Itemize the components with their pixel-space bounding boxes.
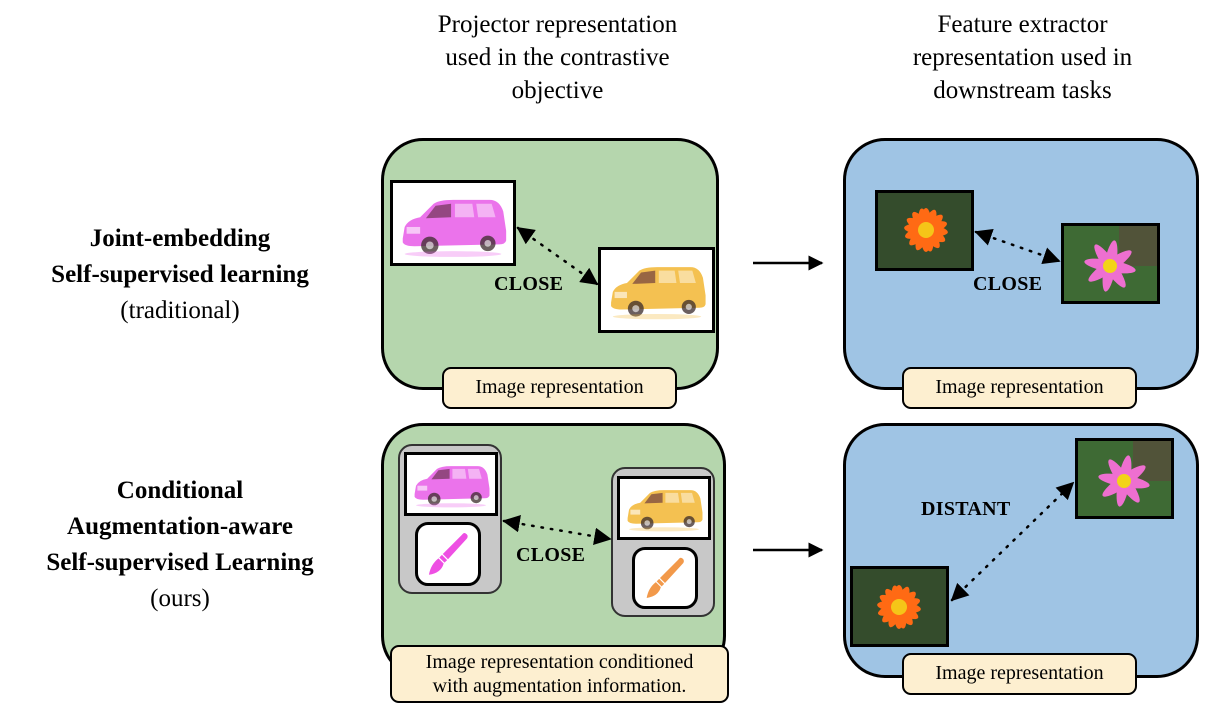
row-subtitle: (traditional)	[120, 297, 240, 324]
pink-flower-icon	[1078, 441, 1171, 516]
relation-label: CLOSE	[973, 273, 1043, 295]
feature-extractor-column-title: Feature extractor representation used in…	[840, 8, 1205, 107]
traditional-row-label: Joint-embedding Self-supervised learning…	[0, 221, 360, 329]
row-title-line: Augmentation-aware	[67, 513, 293, 540]
row-subtitle: (ours)	[150, 585, 210, 612]
caption-line: Image representation conditioned	[425, 651, 694, 673]
row-title-line: Self-supervised Learning	[46, 549, 314, 576]
projector-title-line: objective	[511, 77, 604, 104]
image-minivan-yellow	[617, 476, 711, 540]
image-minivan-pink	[390, 180, 516, 266]
caption-image-representation: Image representation	[902, 653, 1137, 695]
relation-label: CLOSE	[516, 544, 586, 566]
augmentation-brush-box-orange	[632, 547, 698, 609]
relation-label: DISTANT	[921, 498, 1011, 520]
image-pink-flower	[1061, 223, 1160, 304]
projector-title-line: used in the contrastive	[445, 44, 670, 71]
relation-label: CLOSE	[494, 273, 564, 295]
ours-row-label: Conditional Augmentation-aware Self-supe…	[0, 473, 360, 617]
image-pink-flower	[1075, 438, 1174, 519]
row-title-line: Conditional	[116, 477, 244, 504]
image-minivan-yellow	[598, 247, 715, 333]
caption-image-representation: Image representation	[902, 367, 1137, 409]
orange-flower-icon	[853, 569, 946, 644]
projector-column-title: Projector representation used in the con…	[380, 8, 735, 107]
pink-flower-icon	[1064, 226, 1157, 301]
caption-image-representation: Image representation	[442, 367, 677, 409]
paintbrush-icon	[646, 557, 684, 598]
feature-title-line: downstream tasks	[933, 77, 1112, 104]
caption-image-representation-conditioned: Image representation conditioned with au…	[390, 645, 729, 703]
row-title-line: Self-supervised learning	[51, 261, 309, 288]
image-minivan-pink	[404, 452, 498, 516]
orange-flower-icon	[878, 193, 971, 268]
augmentation-brush-box-pink	[415, 522, 481, 586]
paintbrush-icon	[428, 532, 468, 575]
row-title-line: Joint-embedding	[89, 225, 271, 252]
feature-title-line: representation used in	[912, 44, 1133, 71]
image-orange-flower	[875, 190, 974, 271]
caption-line: with augmentation information.	[432, 675, 687, 697]
projector-title-line: Projector representation	[437, 11, 678, 38]
image-orange-flower	[850, 566, 949, 647]
feature-title-line: Feature extractor	[937, 11, 1108, 38]
